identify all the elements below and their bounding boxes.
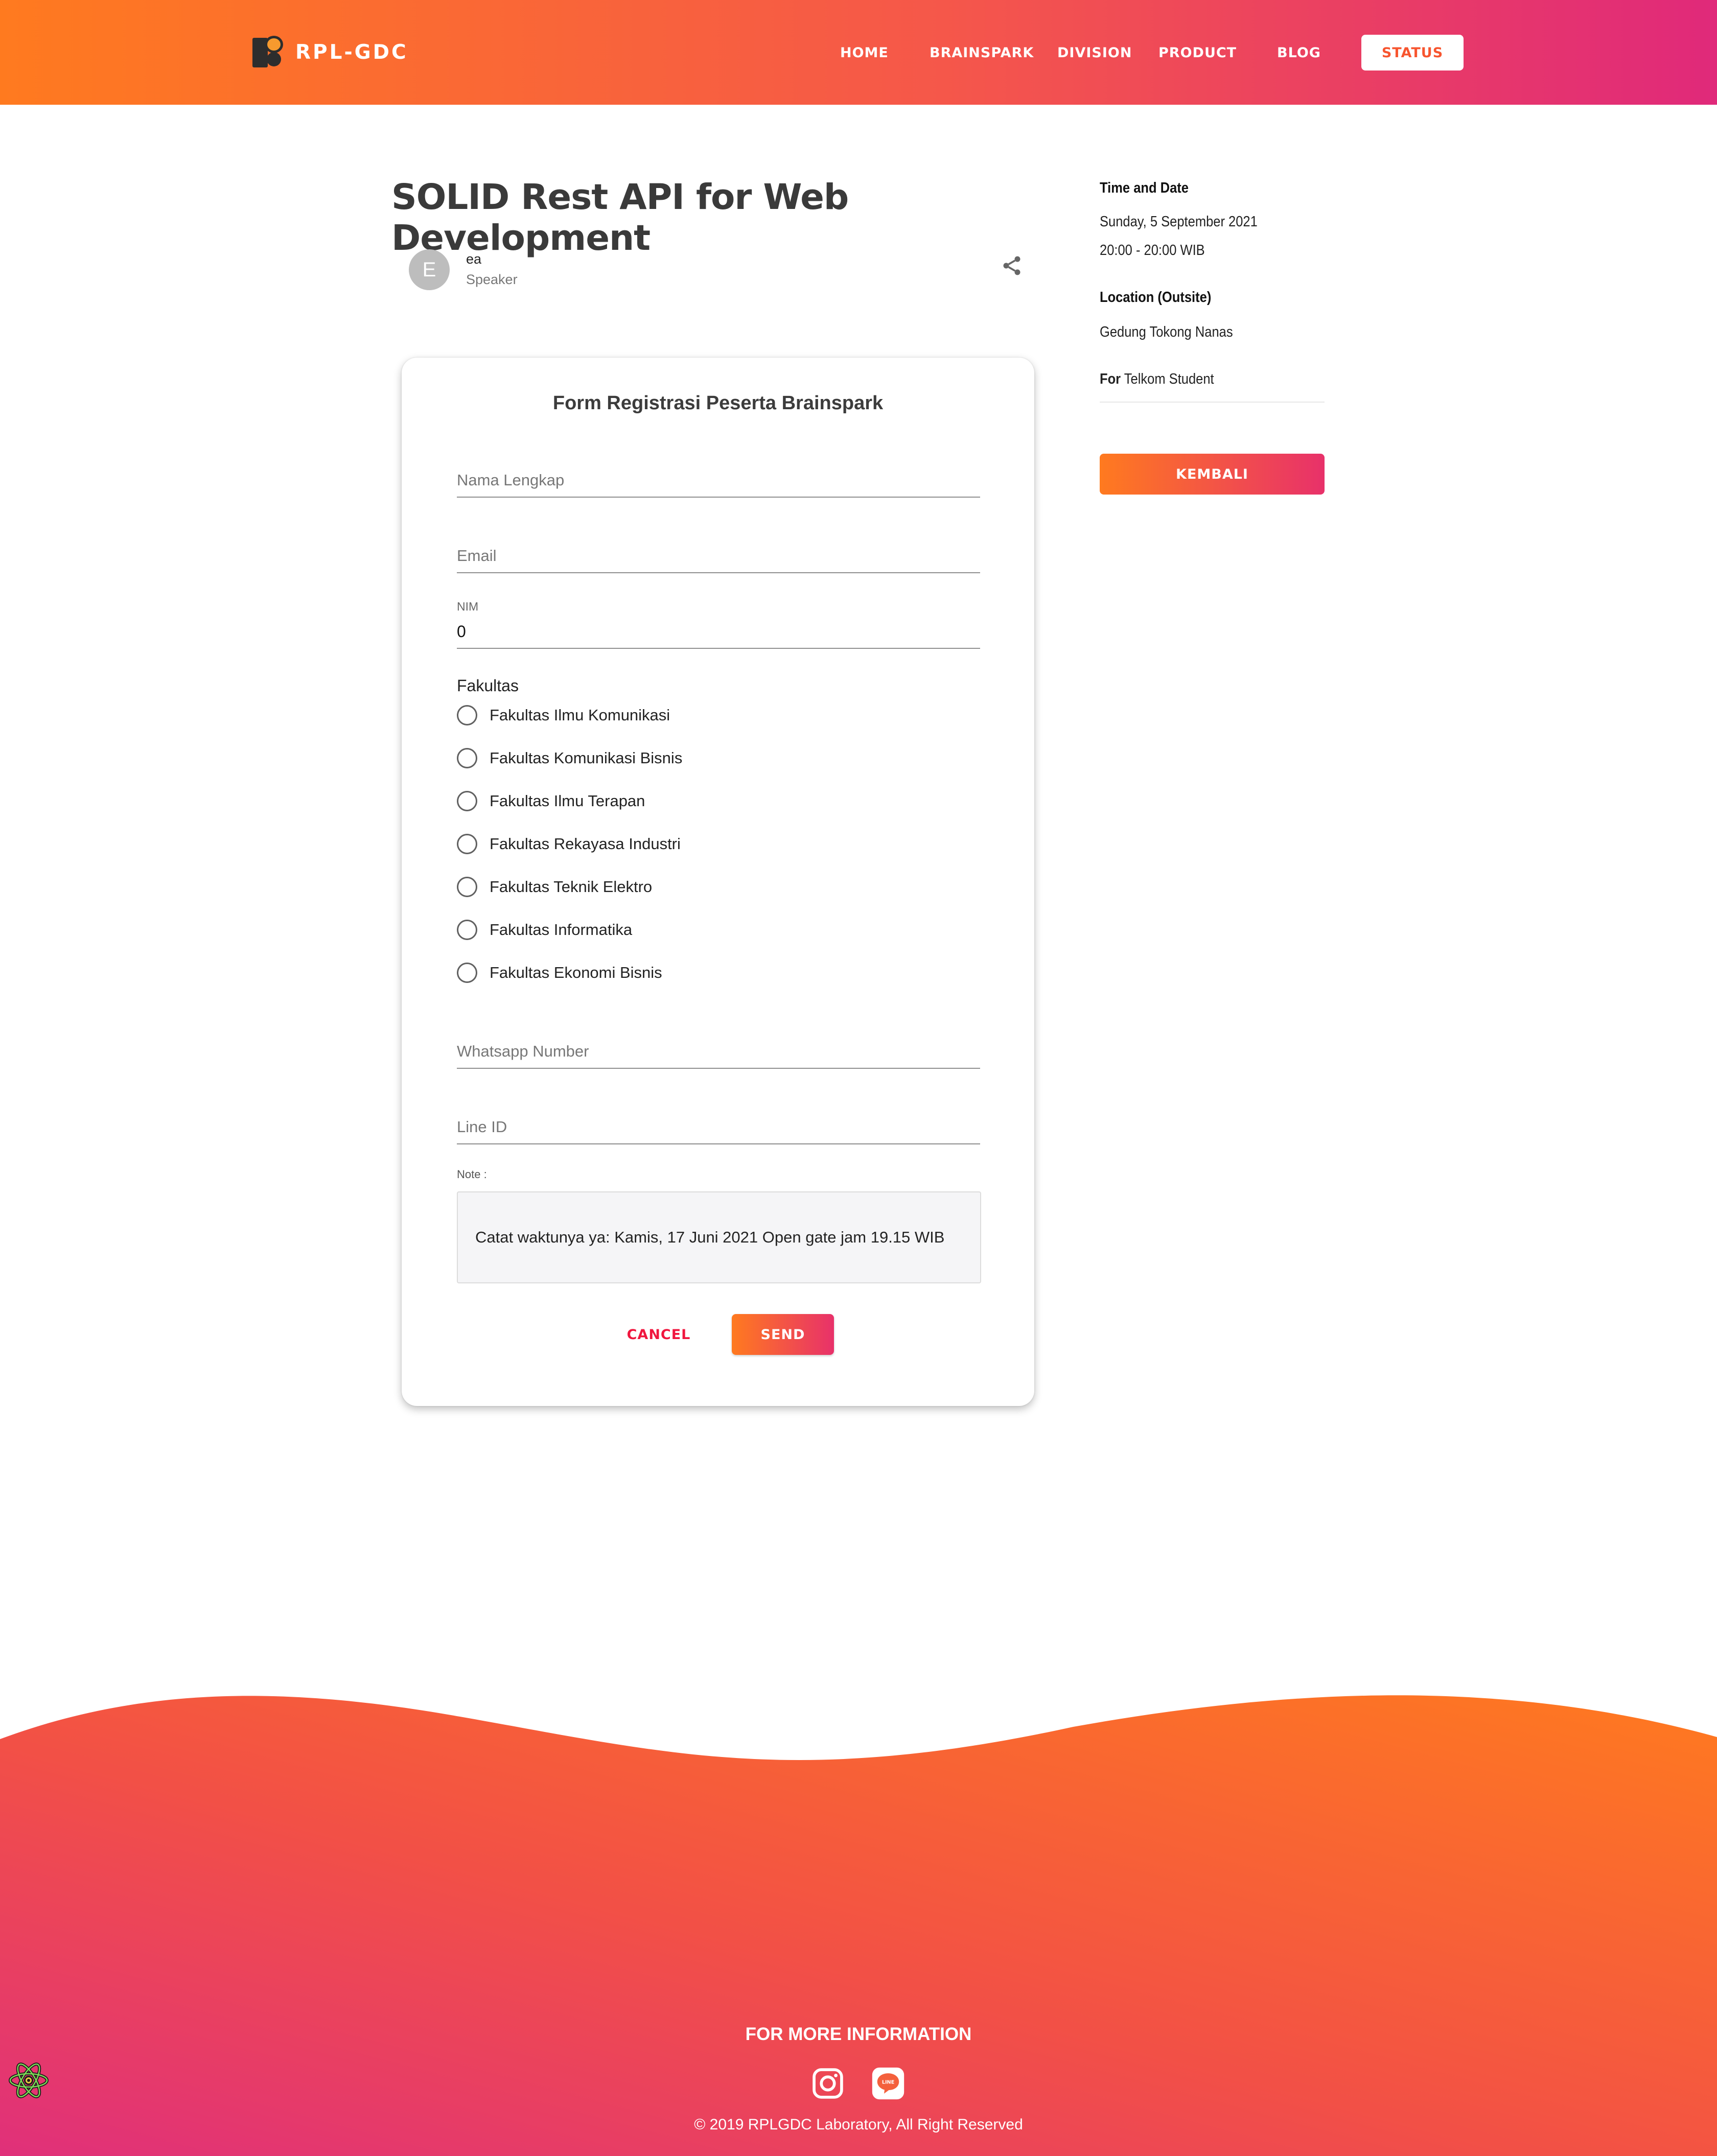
nav-home[interactable]: HOME [840,45,889,61]
status-button[interactable]: STATUS [1361,35,1464,71]
location-heading: Location (Outsite) [1100,289,1212,306]
speaker-role: Speaker [466,272,518,287]
email-field[interactable]: Email [457,545,980,585]
avatar: E [409,249,450,290]
footer-title: FOR MORE INFORMATION [745,2024,972,2044]
line-icon[interactable]: LINE [871,2066,906,2101]
line-id-placeholder: Line ID [457,1118,507,1136]
navbar: RPL-GDC HOME BRAINSPARK DIVISION PRODUCT… [0,0,1717,105]
radio-icon[interactable] [457,834,477,854]
radio-icon[interactable] [457,791,477,811]
logo-icon [252,36,284,68]
radio-option[interactable]: Fakultas Teknik Elektro [457,877,652,897]
line-id-field[interactable]: Line ID [457,1116,980,1157]
radio-icon[interactable] [457,748,477,768]
email-placeholder: Email [457,547,497,565]
instagram-icon[interactable] [810,2066,845,2101]
event-title: SOLID Rest API for Web Development [391,177,849,259]
nim-value: 0 [457,622,466,641]
name-placeholder: Nama Lengkap [457,471,565,489]
nim-label: NIM [457,600,479,613]
note-box: Catat waktunya ya: Kamis, 17 Juni 2021 O… [457,1191,981,1283]
divider [1100,402,1325,403]
nav-division[interactable]: DIVISION [1057,45,1132,61]
cancel-button[interactable]: CANCEL [620,1319,697,1350]
radio-icon[interactable] [457,963,477,983]
event-location: Gedung Tokong Nanas [1100,324,1233,340]
react-icon[interactable] [7,2059,50,2102]
radio-icon[interactable] [457,705,477,725]
time-heading: Time and Date [1100,180,1189,196]
brand-name: RPL-GDC [295,40,408,64]
nim-field[interactable]: NIM 0 [457,599,980,650]
radio-option[interactable]: Fakultas Informatika [457,920,632,940]
form-title: Form Registrasi Peserta Brainspark [552,392,884,414]
speaker-name: ea [466,251,482,267]
line-icon-text: LINE [882,2080,894,2085]
nav-product[interactable]: PRODUCT [1158,45,1237,61]
whatsapp-field[interactable]: Whatsapp Number [457,1040,980,1081]
registration-form-card: Form Registrasi Peserta Brainspark Nama … [402,358,1034,1406]
back-button[interactable]: KEMBALI [1100,454,1325,495]
radio-option[interactable]: Fakultas Ilmu Terapan [457,791,645,811]
radio-icon[interactable] [457,920,477,940]
event-audience: For Telkom Student [1100,371,1214,388]
note-label: Note : [457,1168,487,1181]
event-time: 20:00 - 20:00 WIB [1100,242,1205,259]
name-field[interactable]: Nama Lengkap [457,469,980,510]
radio-option[interactable]: Fakultas Ilmu Komunikasi [457,705,670,725]
nav-blog[interactable]: BLOG [1277,45,1321,61]
radio-option[interactable]: Fakultas Ekonomi Bisnis [457,963,662,983]
footer-wave [0,1695,1717,2156]
nav-brainspark[interactable]: BRAINSPARK [930,45,1034,61]
for-value: Telkom Student [1124,371,1214,387]
copyright: © 2019 RPLGDC Laboratory, All Right Rese… [694,2116,1023,2133]
send-button[interactable]: SEND [732,1314,834,1355]
whatsapp-placeholder: Whatsapp Number [457,1042,589,1060]
radio-option[interactable]: Fakultas Rekayasa Industri [457,834,681,854]
for-label: For [1100,371,1121,387]
fakultas-label: Fakultas [457,676,519,695]
brand-logo[interactable]: RPL-GDC [252,36,408,68]
event-date: Sunday, 5 September 2021 [1100,214,1258,230]
radio-icon[interactable] [457,877,477,897]
radio-option[interactable]: Fakultas Komunikasi Bisnis [457,748,682,768]
share-icon[interactable] [1001,254,1023,277]
